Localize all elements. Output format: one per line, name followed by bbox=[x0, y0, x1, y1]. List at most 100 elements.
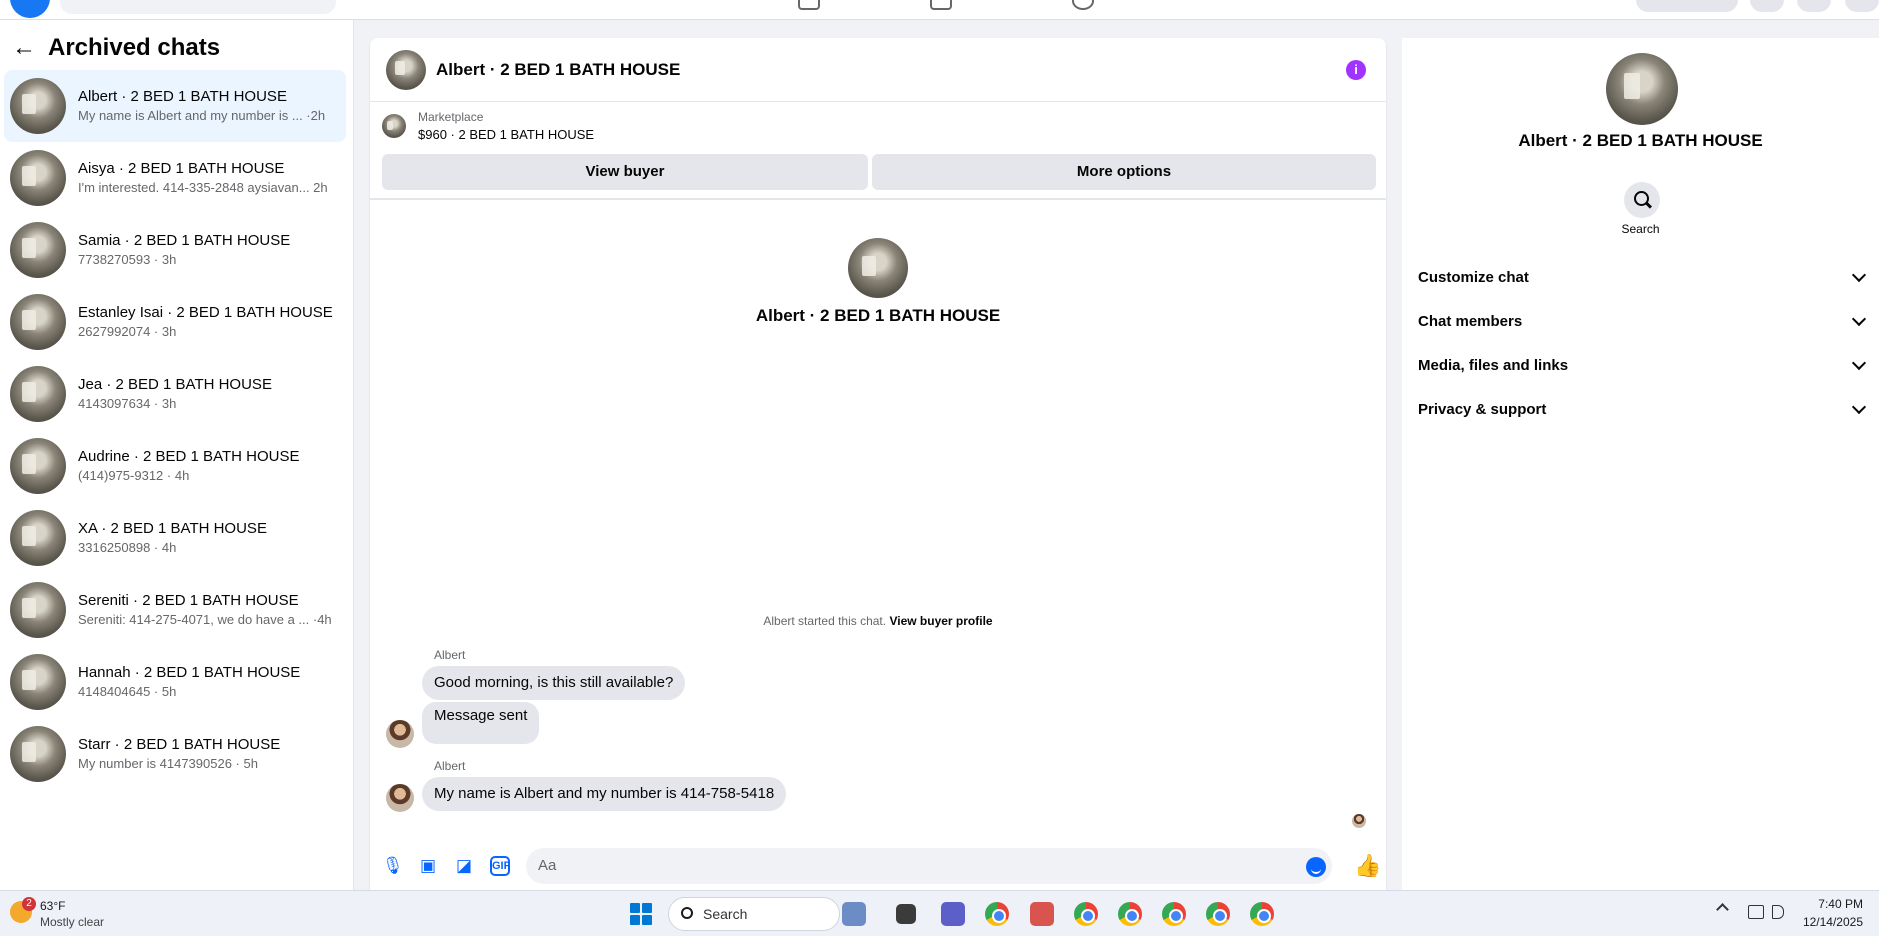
chat-started-notice: Albert started this chat. View buyer pro… bbox=[370, 614, 1386, 628]
chat-snippet: 7738270593 · 3h bbox=[78, 252, 177, 267]
chat-snippet: My name is Albert and my number is ... ·… bbox=[78, 108, 326, 123]
network-icon[interactable] bbox=[1748, 905, 1764, 919]
chat-avatar bbox=[10, 510, 66, 566]
microphone-icon[interactable]: 🎙 bbox=[382, 856, 404, 876]
chrome-profile-icon[interactable] bbox=[1206, 902, 1230, 926]
listing-thumbnail[interactable] bbox=[382, 114, 406, 138]
emoji-icon[interactable] bbox=[1306, 857, 1326, 877]
sender-avatar[interactable] bbox=[386, 784, 414, 812]
chrome-icon[interactable] bbox=[985, 902, 1009, 926]
menu-grid-icon[interactable] bbox=[1750, 0, 1784, 12]
weather-condition[interactable]: Mostly clear bbox=[40, 915, 104, 929]
conversation-avatar[interactable] bbox=[386, 49, 426, 90]
view-buyer-button[interactable]: View buyer bbox=[382, 154, 868, 190]
chat-avatar bbox=[10, 366, 66, 422]
chat-list-item[interactable]: Starr · 2 BED 1 BATH HOUSE My number is 4… bbox=[4, 718, 346, 790]
clock-time[interactable]: 7:40 PM bbox=[1818, 897, 1863, 911]
gaming-nav-icon[interactable] bbox=[1072, 0, 1094, 10]
marketplace-nav-icon[interactable] bbox=[798, 0, 820, 10]
widget-app-icon[interactable] bbox=[842, 902, 866, 926]
chat-name: Sereniti · 2 BED 1 BATH HOUSE bbox=[78, 592, 299, 609]
chat-avatar bbox=[10, 150, 66, 206]
chat-name: Hannah · 2 BED 1 BATH HOUSE bbox=[78, 664, 301, 681]
chevron-down-icon bbox=[1851, 267, 1867, 283]
section-label: Media, files and links bbox=[1418, 356, 1569, 374]
chrome-profile-icon[interactable] bbox=[1118, 902, 1142, 926]
message-bubble[interactable]: Message sent bbox=[422, 702, 540, 744]
listing-price-title[interactable]: $960 · 2 BED 1 BATH HOUSE bbox=[418, 127, 594, 142]
chat-list-item[interactable]: Aisya · 2 BED 1 BATH HOUSE I'm interested… bbox=[4, 142, 346, 214]
chat-list-item[interactable]: XA · 2 BED 1 BATH HOUSE 3316250898 · 4h bbox=[4, 502, 346, 574]
message-input[interactable]: Aa bbox=[526, 848, 1332, 884]
top-search-field[interactable] bbox=[60, 0, 336, 14]
snipping-tool-icon[interactable] bbox=[1030, 902, 1054, 926]
sidebar-header: ← Archived chats bbox=[12, 34, 220, 62]
customize-chat-section[interactable]: Customize chat bbox=[1418, 255, 1868, 299]
search-icon[interactable] bbox=[1624, 182, 1660, 218]
read-receipt-avatar bbox=[1352, 814, 1366, 828]
chat-snippet: I'm interested. 414-335-2848 aysiavan...… bbox=[78, 180, 328, 195]
marketplace-listing-bar: Marketplace $960 · 2 BED 1 BATH HOUSE Vi… bbox=[370, 102, 1386, 200]
message-composer: 🎙 ▣ ◪ GIF Aa 👍 bbox=[370, 844, 1386, 890]
chat-list-item[interactable]: Audrine · 2 BED 1 BATH HOUSE (414)975-931… bbox=[4, 430, 346, 502]
tray-chevron-up-icon[interactable] bbox=[1716, 903, 1729, 916]
chrome-profile-icon[interactable] bbox=[1162, 902, 1186, 926]
chat-snippet: Sereniti: 414-275-4071, we do have a ...… bbox=[78, 612, 332, 627]
chat-list-item[interactable]: Albert · 2 BED 1 BATH HOUSE My name is Al… bbox=[4, 70, 346, 142]
chat-list-item[interactable]: Jea · 2 BED 1 BATH HOUSE 4143097634 · 3h bbox=[4, 358, 346, 430]
chat-avatar bbox=[10, 438, 66, 494]
chat-name: Albert · 2 BED 1 BATH HOUSE bbox=[78, 88, 287, 105]
chat-members-section[interactable]: Chat members bbox=[1418, 299, 1868, 343]
messenger-icon[interactable] bbox=[1797, 0, 1831, 12]
thumbs-up-icon[interactable]: 👍 bbox=[1354, 854, 1381, 878]
section-label: Privacy & support bbox=[1418, 400, 1547, 418]
conversation-title[interactable]: Albert · 2 BED 1 BATH HOUSE bbox=[436, 60, 680, 80]
clock-date[interactable]: 12/14/2025 bbox=[1803, 915, 1863, 929]
taskbar-search[interactable]: Search bbox=[668, 897, 840, 931]
more-options-button[interactable]: More options bbox=[872, 154, 1376, 190]
section-label: Chat members bbox=[1418, 312, 1523, 330]
view-buyer-profile-link[interactable]: View buyer profile bbox=[889, 614, 992, 628]
chevron-down-icon bbox=[1851, 399, 1867, 415]
sidebar-title: Archived chats bbox=[48, 34, 221, 61]
section-label: Customize chat bbox=[1418, 268, 1529, 286]
chat-list-item[interactable]: Sereniti · 2 BED 1 BATH HOUSE Sereniti: 4… bbox=[4, 574, 346, 646]
chat-name: XA · 2 BED 1 BATH HOUSE bbox=[78, 520, 267, 537]
media-files-links-section[interactable]: Media, files and links bbox=[1418, 343, 1868, 387]
intro-name: Albert · 2 BED 1 BATH HOUSE bbox=[755, 306, 1001, 325]
task-view-icon[interactable] bbox=[896, 904, 916, 924]
message-bubble[interactable]: Good morning, is this still available? bbox=[422, 666, 686, 700]
sticker-icon[interactable]: ◪ bbox=[454, 856, 474, 876]
search-label: Search bbox=[1621, 222, 1660, 236]
privacy-support-section[interactable]: Privacy & support bbox=[1418, 387, 1868, 431]
chrome-profile-icon[interactable] bbox=[1074, 902, 1098, 926]
info-icon[interactable]: i bbox=[1346, 60, 1366, 80]
message-bubble[interactable]: My name is Albert and my number is 414-7… bbox=[422, 777, 787, 811]
chat-name: Jea · 2 BED 1 BATH HOUSE bbox=[78, 376, 272, 393]
chat-avatar bbox=[10, 294, 66, 350]
message-sender: Albert bbox=[434, 648, 466, 662]
taskbar: 2 63°F Mostly clear Search 7:40 PM 12/14… bbox=[0, 890, 1879, 936]
top-navigation-bar bbox=[0, 0, 1879, 20]
volume-icon[interactable] bbox=[1772, 905, 1784, 919]
groups-nav-icon[interactable] bbox=[930, 0, 952, 10]
teams-icon[interactable] bbox=[941, 902, 965, 926]
top-action-button[interactable] bbox=[1636, 0, 1738, 12]
profile-avatar[interactable] bbox=[1845, 0, 1879, 12]
windows-start-icon[interactable] bbox=[630, 903, 652, 925]
chat-list-item[interactable]: Estanley Isai · 2 BED 1 BATH HOUSE 262799… bbox=[4, 286, 346, 358]
temperature[interactable]: 63°F bbox=[40, 899, 65, 913]
photo-icon[interactable]: ▣ bbox=[418, 856, 438, 876]
details-avatar bbox=[1606, 53, 1678, 125]
marketplace-label: Marketplace bbox=[418, 110, 484, 124]
back-arrow-icon[interactable]: ← bbox=[12, 36, 36, 60]
chat-snippet: (414)975-9312 · 4h bbox=[78, 468, 190, 483]
chat-list-item[interactable]: Samia · 2 BED 1 BATH HOUSE 7738270593 · 3… bbox=[4, 214, 346, 286]
facebook-logo-icon[interactable] bbox=[10, 0, 50, 18]
chat-list-item[interactable]: Hannah · 2 BED 1 BATH HOUSE 4148404645 · … bbox=[4, 646, 346, 718]
chrome-profile-icon[interactable] bbox=[1250, 902, 1274, 926]
weather-badge: 2 bbox=[22, 897, 36, 911]
sender-avatar[interactable] bbox=[386, 720, 414, 748]
chevron-down-icon bbox=[1851, 311, 1867, 327]
gif-icon[interactable]: GIF bbox=[490, 856, 510, 876]
